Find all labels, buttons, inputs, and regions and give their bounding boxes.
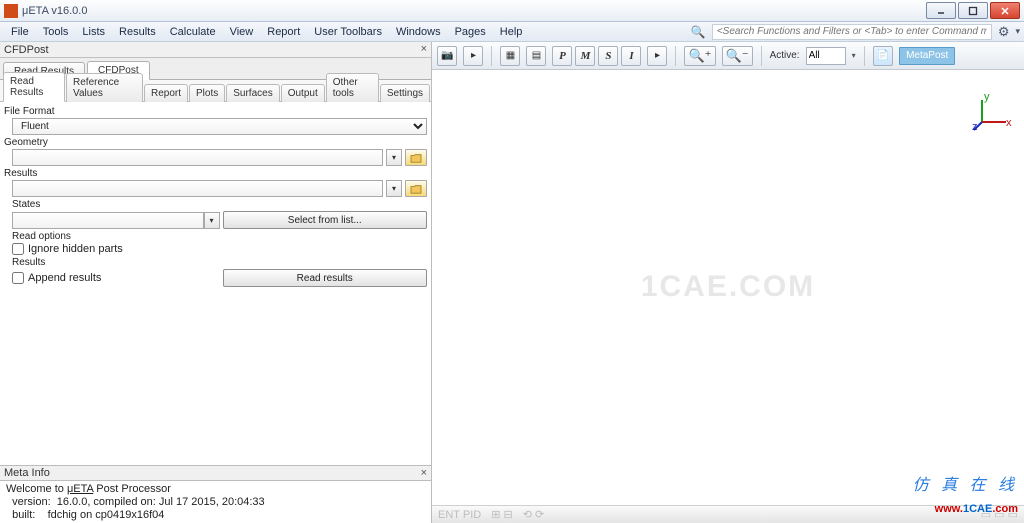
settings-dropdown-icon[interactable]: ▾: [1015, 26, 1020, 37]
results-field[interactable]: [12, 180, 383, 197]
active-label: Active:: [770, 50, 800, 61]
results-dropdown-icon[interactable]: ▾: [386, 180, 402, 197]
axis-triad-icon: y x z: [972, 92, 1012, 132]
active-dropdown-icon[interactable]: ▾: [852, 51, 856, 60]
zoom-out-button[interactable]: 🔍⁻: [722, 46, 753, 66]
sub-tabs: Read ResultsReference ValuesReportPlotsS…: [0, 80, 431, 102]
overlay-url: www.1CAE.com: [935, 499, 1018, 515]
overlay-cn-text: 仿 真 在 线: [913, 471, 1018, 495]
append-results-label: Append results: [28, 272, 101, 284]
read-results-button[interactable]: Read results: [223, 269, 428, 287]
minimize-button[interactable]: [926, 2, 956, 19]
tab-report[interactable]: Report: [144, 84, 188, 102]
states-field[interactable]: [12, 212, 204, 229]
app-icon: [4, 4, 18, 18]
tab-reference-values[interactable]: Reference Values: [66, 73, 143, 102]
menu-view[interactable]: View: [223, 24, 261, 40]
ignore-hidden-label: Ignore hidden parts: [28, 243, 123, 255]
geometry-dropdown-icon[interactable]: ▾: [386, 149, 402, 166]
menu-lists[interactable]: Lists: [75, 24, 112, 40]
close-button[interactable]: [990, 2, 1020, 19]
window-title: μETA v16.0.0: [22, 5, 87, 17]
svg-text:y: y: [984, 92, 990, 103]
toolbar-m-button[interactable]: M: [575, 46, 595, 66]
select-from-list-button[interactable]: Select from list...: [223, 211, 428, 229]
letters-play-button[interactable]: ▸: [647, 46, 667, 66]
states-dropdown-icon[interactable]: ▾: [204, 212, 220, 229]
3d-viewport[interactable]: 1CAE.COM y x z ENT PID⊞ ⊟⟲ ⟳▭ ▭ ▭ 仿 真 在 …: [432, 70, 1024, 523]
svg-text:x: x: [1006, 117, 1012, 129]
geometry-field[interactable]: [12, 149, 383, 166]
tab-other-tools[interactable]: Other tools: [326, 73, 379, 102]
active-dropdown[interactable]: [806, 47, 846, 65]
camera-play-button[interactable]: ▸: [463, 46, 483, 66]
zoom-in-button[interactable]: 🔍⁺: [684, 46, 715, 66]
toolbar-s-button[interactable]: S: [598, 46, 618, 66]
meta-info-title: Meta Info: [4, 467, 50, 479]
menu-calculate[interactable]: Calculate: [163, 24, 223, 40]
panel-title: CFDPost: [4, 44, 49, 56]
label-results: Results: [4, 168, 427, 179]
menu-user-toolbars[interactable]: User Toolbars: [307, 24, 389, 40]
tab-plots[interactable]: Plots: [189, 84, 225, 102]
panel-header: CFDPost ×: [0, 42, 431, 58]
meta-info-body: Welcome to μETA Post Processor version: …: [0, 481, 431, 523]
report-tool-button[interactable]: 📄: [873, 46, 893, 66]
camera-button[interactable]: 📷: [437, 46, 457, 66]
watermark-text: 1CAE.COM: [641, 270, 815, 304]
tab-surfaces[interactable]: Surfaces: [226, 84, 279, 102]
tab-settings[interactable]: Settings: [380, 84, 430, 102]
menu-pages[interactable]: Pages: [448, 24, 493, 40]
search-input[interactable]: [712, 24, 992, 40]
maximize-button[interactable]: [958, 2, 988, 19]
meta-info-header: Meta Info ×: [0, 465, 431, 481]
svg-text:z: z: [972, 121, 978, 132]
toolbar-i-button[interactable]: I: [621, 46, 641, 66]
label-results-2: Results: [12, 257, 427, 268]
settings-icon[interactable]: ⚙: [998, 24, 1010, 40]
append-results-checkbox[interactable]: [12, 272, 24, 284]
layout-list-button[interactable]: ▤: [526, 46, 546, 66]
results-browse-button[interactable]: [405, 180, 427, 197]
ignore-hidden-checkbox[interactable]: [12, 243, 24, 255]
viewport-toolbar: 📷 ▸ ▦ ▤ PMSI ▸ 🔍⁺ 🔍⁻ Active: ▾ 📄 MetaPos…: [432, 42, 1024, 70]
menu-windows[interactable]: Windows: [389, 24, 448, 40]
geometry-browse-button[interactable]: [405, 149, 427, 166]
menu-help[interactable]: Help: [493, 24, 530, 40]
file-format-dropdown[interactable]: Fluent: [12, 118, 427, 135]
label-states: States: [12, 199, 427, 210]
menu-results[interactable]: Results: [112, 24, 163, 40]
label-file-format: File Format: [4, 106, 427, 117]
label-read-options: Read options: [12, 231, 427, 242]
tab-output[interactable]: Output: [281, 84, 325, 102]
label-geometry: Geometry: [4, 137, 427, 148]
menu-tools[interactable]: Tools: [36, 24, 76, 40]
menu-file[interactable]: File: [4, 24, 36, 40]
panel-close-icon[interactable]: ×: [421, 43, 427, 55]
toolbar-p-button[interactable]: P: [552, 46, 572, 66]
metapost-badge[interactable]: MetaPost: [899, 47, 955, 65]
search-icon: 🔍: [691, 25, 706, 39]
menu-report[interactable]: Report: [260, 24, 307, 40]
meta-close-icon[interactable]: ×: [421, 467, 427, 479]
tab-read-results[interactable]: Read Results: [3, 72, 65, 102]
layout-grid-button[interactable]: ▦: [500, 46, 520, 66]
